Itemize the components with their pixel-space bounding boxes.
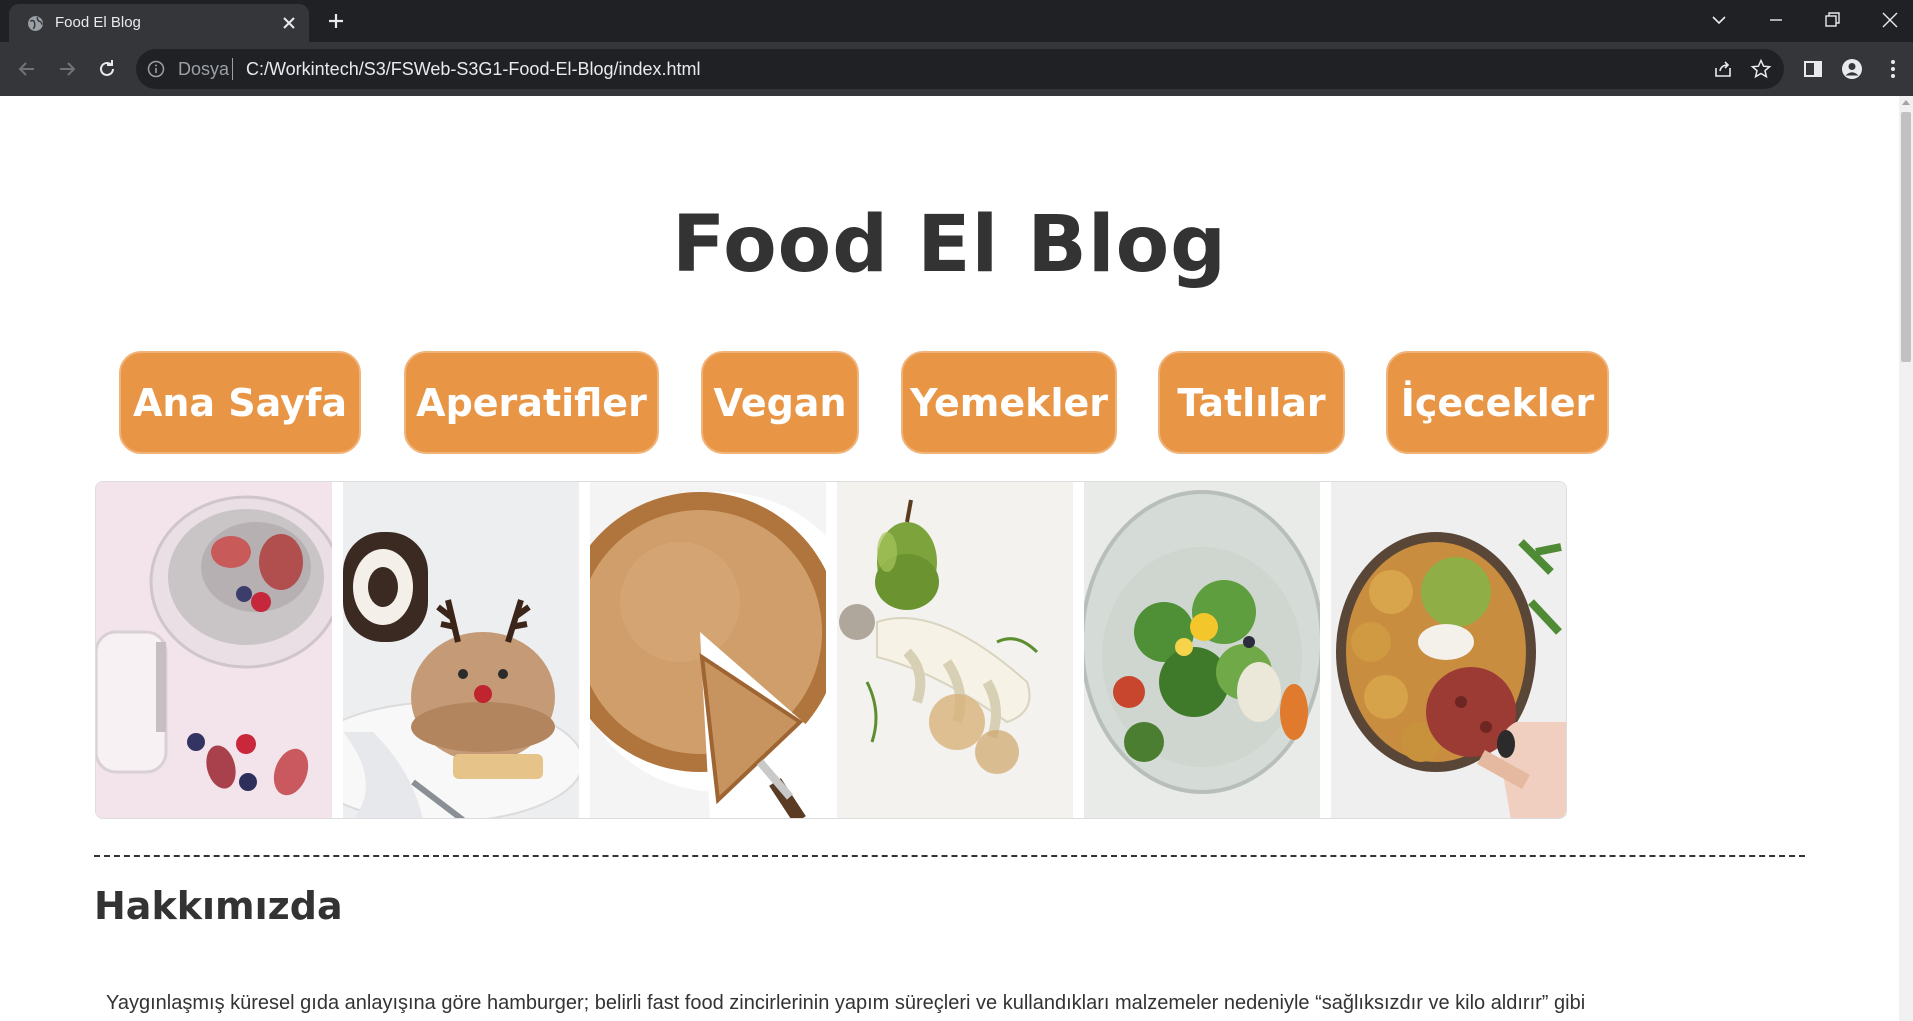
tab-search-icon[interactable]: [1707, 8, 1731, 32]
site-title: Food El Blog: [671, 200, 1228, 290]
nav-home-button[interactable]: Ana Sayfa: [119, 351, 361, 454]
forward-icon[interactable]: [55, 57, 79, 81]
page-scrollbar[interactable]: [1899, 96, 1913, 1021]
url-scheme-label: Dosya: [178, 59, 230, 79]
about-paragraph: Yaygınlaşmış küresel gıda anlayışına gör…: [106, 992, 1586, 1014]
gallery-image-chia-pudding[interactable]: [96, 482, 332, 818]
new-tab-icon[interactable]: [324, 9, 348, 33]
share-icon[interactable]: [1712, 58, 1734, 80]
main-nav: Ana Sayfa Aperatifler Vegan Yemekler Tat…: [0, 351, 1899, 454]
nav-appetizers-button[interactable]: Aperatifler: [404, 351, 659, 454]
browser-toolbar: Dosya C:/Workintech/S3/FSWeb-S3G1-Food-E…: [0, 42, 1913, 96]
url-separator: [232, 58, 233, 80]
gallery-image-salad-glass[interactable]: [1084, 482, 1320, 818]
globe-icon: [28, 16, 43, 31]
food-gallery: [95, 481, 1567, 819]
about-heading: Hakkımızda: [94, 884, 343, 928]
restore-icon[interactable]: [1820, 8, 1844, 32]
tab-strip: Food El Blog: [0, 0, 1913, 42]
address-bar[interactable]: Dosya C:/Workintech/S3/FSWeb-S3G1-Food-E…: [136, 49, 1784, 89]
info-icon[interactable]: [147, 60, 165, 78]
browser-tab[interactable]: Food El Blog: [9, 4, 309, 42]
reload-icon[interactable]: [95, 57, 119, 81]
gallery-image-reindeer-dessert[interactable]: [343, 482, 579, 818]
back-icon[interactable]: [15, 57, 39, 81]
section-divider: [94, 855, 1805, 857]
bookmark-star-icon[interactable]: [1750, 58, 1772, 80]
url-text[interactable]: C:/Workintech/S3/FSWeb-S3G1-Food-El-Blog…: [246, 59, 701, 80]
close-tab-icon[interactable]: [279, 13, 299, 33]
nav-desserts-button[interactable]: Tatlılar: [1158, 351, 1345, 454]
scroll-up-arrow-icon[interactable]: [1902, 100, 1910, 105]
menu-kebab-icon[interactable]: [1881, 57, 1905, 81]
nav-vegan-button[interactable]: Vegan: [701, 351, 859, 454]
nav-meals-button[interactable]: Yemekler: [901, 351, 1117, 454]
minimize-icon[interactable]: [1764, 8, 1788, 32]
gallery-image-pear-dish[interactable]: [837, 482, 1073, 818]
side-panel-icon[interactable]: [1801, 57, 1825, 81]
web-page: Food El Blog Ana Sayfa Aperatifler Vegan…: [0, 96, 1899, 1021]
profile-avatar-icon[interactable]: [1840, 57, 1864, 81]
nav-drinks-button[interactable]: İçecekler: [1386, 351, 1609, 454]
close-window-icon[interactable]: [1878, 8, 1902, 32]
gallery-image-pie-slice[interactable]: [590, 482, 826, 818]
tab-title: Food El Blog: [55, 14, 141, 31]
scroll-thumb[interactable]: [1901, 112, 1911, 362]
gallery-image-veggie-bowl[interactable]: [1331, 482, 1566, 818]
